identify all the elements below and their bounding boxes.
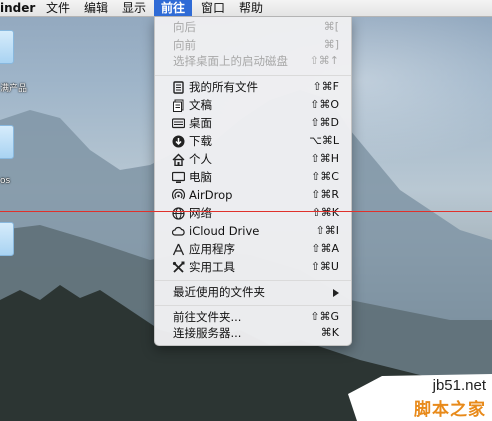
menu-item-icloud-drive[interactable]: iCloud Drive ⇧⌘I: [155, 222, 351, 240]
go-menu-dropdown: 向后 ⌘[ 向前 ⌘] 选择桌面上的启动磁盘 ⇧⌘↑ 我的所有文件 ⇧⌘F 文稿…: [154, 17, 352, 346]
menu-item-shortcut: ⌘K: [320, 326, 339, 339]
menu-separator: [155, 305, 351, 306]
all-files-icon: [173, 81, 184, 94]
menu-bar: inder 文件 编辑 显示 前往 窗口 帮助: [0, 0, 492, 17]
menu-item-label: 我的所有文件: [189, 80, 258, 94]
menu-item-label: 选择桌面上的启动磁盘: [173, 54, 288, 68]
menu-help[interactable]: 帮助: [239, 0, 263, 16]
menu-item-label: 实用工具: [189, 260, 235, 274]
menu-edit[interactable]: 编辑: [84, 0, 108, 16]
menu-item-label: 最近使用的文件夹: [173, 285, 265, 299]
home-icon: [172, 153, 185, 166]
downloads-icon: [172, 135, 185, 148]
menu-item-label: 电脑: [189, 170, 212, 184]
submenu-arrow-icon: [333, 289, 339, 297]
menu-item-back[interactable]: 向后 ⌘[: [155, 18, 351, 36]
network-icon: [172, 207, 185, 220]
menu-item-applications[interactable]: 应用程序 ⇧⌘A: [155, 240, 351, 258]
menu-item-home[interactable]: 个人 ⇧⌘H: [155, 150, 351, 168]
menu-item-shortcut: ⇧⌘A: [311, 242, 339, 255]
menu-file[interactable]: 文件: [46, 0, 70, 16]
menu-item-label: 连接服务器...: [173, 326, 242, 340]
menu-item-shortcut: ⌘[: [323, 20, 339, 33]
menu-item-desktop[interactable]: 桌面 ⇧⌘D: [155, 114, 351, 132]
menu-separator: [155, 75, 351, 76]
menu-item-label: 下载: [189, 134, 212, 148]
menu-item-label: 网络: [189, 206, 212, 220]
menu-item-documents[interactable]: 文稿 ⇧⌘O: [155, 96, 351, 114]
menu-separator: [155, 280, 351, 281]
menu-item-connect-server[interactable]: 连接服务器... ⌘K: [155, 324, 351, 342]
menu-item-shortcut: ⇧⌘U: [310, 260, 339, 273]
menu-item-shortcut: ⇧⌘O: [310, 98, 339, 111]
menu-item-downloads[interactable]: 下载 ⌥⌘L: [155, 132, 351, 150]
menu-item-label: 桌面: [189, 116, 212, 130]
watermark-text: 脚本之家: [414, 400, 486, 420]
menu-item-startup-disk[interactable]: 选择桌面上的启动磁盘 ⇧⌘↑: [155, 52, 351, 70]
menu-item-shortcut: ⇧⌘R: [311, 188, 339, 201]
menu-item-all-my-files[interactable]: 我的所有文件 ⇧⌘F: [155, 78, 351, 96]
menu-item-shortcut: ⇧⌘K: [311, 206, 339, 219]
menu-item-label: iCloud Drive: [189, 224, 260, 238]
menu-go[interactable]: 前往: [154, 0, 192, 16]
menu-item-utilities[interactable]: 实用工具 ⇧⌘U: [155, 258, 351, 276]
menu-window[interactable]: 窗口: [201, 0, 225, 16]
menu-item-shortcut: ⇧⌘↑: [309, 54, 339, 67]
utilities-icon: [172, 261, 185, 273]
menu-item-shortcut: ⇧⌘H: [310, 152, 340, 165]
desktop-icon: [172, 118, 185, 129]
menu-item-label: 文稿: [189, 98, 212, 112]
applications-icon: [172, 243, 185, 256]
menu-item-shortcut: ⇧⌘C: [311, 170, 339, 183]
computer-icon: [172, 171, 185, 183]
annotation-line: [0, 211, 492, 212]
documents-icon: [173, 99, 184, 112]
menu-item-label: 个人: [189, 152, 212, 166]
watermark-domain: jb51.net: [432, 377, 486, 394]
menu-item-shortcut: ⇧⌘F: [312, 80, 339, 93]
desktop-item-label: 满产品: [0, 84, 28, 94]
menu-item-network[interactable]: 网络 ⇧⌘K: [155, 204, 351, 222]
menu-item-label: 应用程序: [189, 242, 235, 256]
icloud-icon: [172, 226, 185, 236]
desktop-item-icon[interactable]: [0, 222, 14, 256]
watermark: jb51.net 脚本之家: [342, 366, 492, 421]
desktop-item-icon[interactable]: [0, 125, 14, 159]
menu-item-airdrop[interactable]: AirDrop ⇧⌘R: [155, 186, 351, 204]
desktop-item-icon[interactable]: [0, 30, 14, 64]
menu-item-shortcut: ⇧⌘D: [310, 116, 339, 129]
menu-view[interactable]: 显示: [122, 0, 146, 16]
menu-finder[interactable]: inder: [0, 0, 35, 16]
menu-item-label: AirDrop: [189, 188, 233, 202]
menu-item-recent-folders[interactable]: 最近使用的文件夹: [155, 283, 351, 301]
menu-item-shortcut: ⇧⌘I: [315, 224, 339, 237]
desktop-item-label: os: [0, 176, 11, 186]
menu-item-computer[interactable]: 电脑 ⇧⌘C: [155, 168, 351, 186]
menu-item-shortcut: ⌥⌘L: [309, 134, 339, 147]
menu-item-label: 向后: [173, 20, 196, 34]
airdrop-icon: [172, 189, 185, 200]
